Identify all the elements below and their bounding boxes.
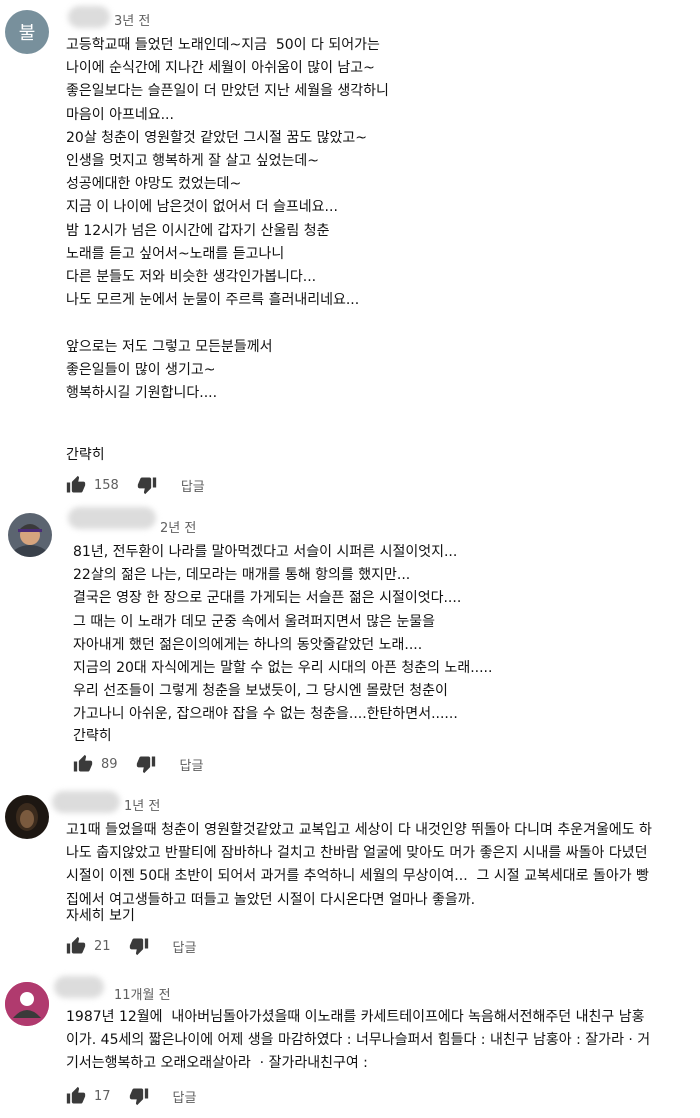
comment-2: 2년 전 81년, 전두환이 나라를 말아먹겠다고 서슬이 시퍼른 시절이엇지.… — [0, 505, 700, 780]
comment-time[interactable]: 11개월 전 — [114, 984, 171, 1003]
avatar[interactable] — [5, 982, 49, 1026]
comment-text: 고1때 들었을때 청춘이 영원할것같았고 교복입고 세상이 다 내것인양 뛰돌아… — [66, 822, 652, 908]
comment-text: 81년, 전두환이 나라를 말아먹겠다고 서슬이 시퍼른 시절이엇지... 22… — [73, 544, 493, 723]
comment-1: 불 3년 전 고등학교때 들었던 노래인데~지금 50이 다 되어가는 나이에 … — [0, 0, 700, 500]
comment-text: 1987년 12월에 내아버님돌아가셨을때 이노래를 카세트테이프에다 녹음해서… — [66, 1009, 651, 1072]
author-name-blurred[interactable] — [68, 507, 156, 529]
reply-button[interactable]: 답글 — [173, 1087, 197, 1106]
author-name-blurred[interactable] — [54, 976, 104, 998]
avatar[interactable]: 불 — [5, 10, 49, 54]
thumbs-down-icon[interactable] — [129, 936, 149, 956]
reply-button[interactable]: 답글 — [181, 476, 205, 495]
like-count: 17 — [94, 1088, 111, 1104]
comment-time[interactable]: 1년 전 — [124, 795, 160, 814]
thumbs-up-icon[interactable] — [73, 754, 93, 774]
comment-4: 11개월 전 1987년 12월에 내아버님돌아가셨을때 이노래를 카세트테이프… — [0, 970, 700, 1118]
thumbs-down-icon[interactable] — [129, 1086, 149, 1106]
avatar-letter: 불 — [18, 23, 36, 44]
thumbs-up-icon[interactable] — [66, 1086, 86, 1106]
comment-actions: 17 답글 — [66, 1085, 196, 1107]
thumbs-up-icon[interactable] — [66, 936, 86, 956]
like-count: 89 — [101, 756, 118, 772]
comment-time[interactable]: 2년 전 — [160, 517, 196, 536]
author-name-blurred[interactable] — [68, 6, 110, 28]
comment-actions: 89 답글 — [73, 753, 203, 775]
reply-button[interactable]: 답글 — [180, 755, 204, 774]
avatar[interactable] — [5, 795, 49, 839]
avatar[interactable] — [8, 513, 52, 557]
show-less-button[interactable]: 간략히 — [73, 725, 112, 745]
comment-text: 고등학교때 들었던 노래인데~지금 50이 다 되어가는 나이에 순식간에 지나… — [66, 37, 389, 402]
like-count: 21 — [94, 938, 111, 954]
comment-actions: 158 답글 — [66, 474, 205, 496]
comment-3: 1년 전 고1때 들었을때 청춘이 영원할것같았고 교복입고 세상이 다 내것인… — [0, 785, 700, 960]
default-user-icon — [5, 982, 49, 1026]
comment-actions: 21 답글 — [66, 935, 196, 957]
like-count: 158 — [94, 477, 119, 493]
avatar-image — [5, 795, 49, 839]
author-name-blurred[interactable] — [52, 791, 120, 813]
avatar-image — [8, 513, 52, 557]
reply-button[interactable]: 답글 — [173, 937, 197, 956]
read-more-button[interactable]: 자세히 보기 — [66, 905, 135, 925]
thumbs-down-icon[interactable] — [136, 754, 156, 774]
comment-time[interactable]: 3년 전 — [114, 10, 150, 29]
thumbs-up-icon[interactable] — [66, 475, 86, 495]
thumbs-down-icon[interactable] — [137, 475, 157, 495]
show-less-button[interactable]: 간략히 — [66, 444, 105, 464]
